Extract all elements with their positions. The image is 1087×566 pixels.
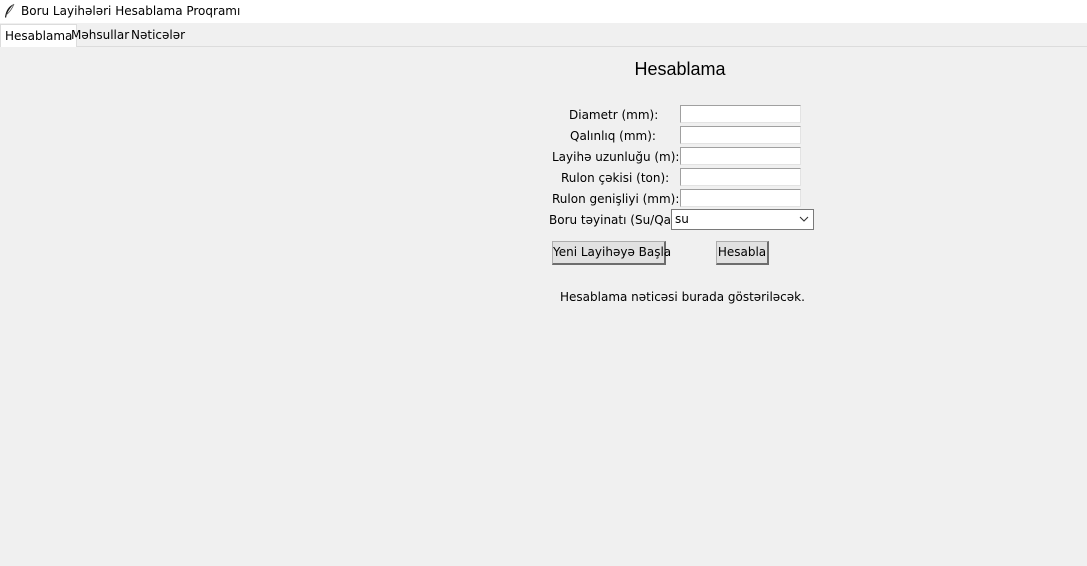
window-title: Boru Layihələri Hesablama Proqramı xyxy=(21,4,241,18)
diameter-label: Diametr (mm): xyxy=(569,108,659,122)
project-length-input[interactable] xyxy=(680,147,801,165)
thickness-label: Qalınlıq (mm): xyxy=(570,129,656,143)
new-project-button[interactable]: Yeni Layihəyə Başla xyxy=(552,241,671,265)
feather-icon xyxy=(5,3,15,18)
coil-weight-label: Rulon çəkisi (ton): xyxy=(561,171,670,185)
title-bar: Boru Layihələri Hesablama Proqramı xyxy=(0,0,1087,23)
diameter-input[interactable] xyxy=(680,105,801,123)
tab-mehsullar[interactable]: Məhsullar xyxy=(68,26,132,45)
calculate-button[interactable]: Hesabla xyxy=(716,241,769,265)
result-text: Hesablama nəticəsi burada göstəriləcək. xyxy=(560,290,805,304)
tab-bar: Hesablama Məhsullar Nəticələr xyxy=(0,23,1087,47)
tab-hesablama[interactable]: Hesablama xyxy=(0,24,78,47)
coil-weight-input[interactable] xyxy=(680,168,801,186)
form-title: Hesablama xyxy=(634,59,726,79)
thickness-input[interactable] xyxy=(680,126,801,144)
pipe-purpose-select[interactable]: su xyxy=(671,209,814,230)
pipe-purpose-label: Boru təyinatı (Su/Qaz): xyxy=(549,213,687,227)
chevron-down-icon xyxy=(799,216,809,222)
pipe-purpose-value: su xyxy=(675,212,689,226)
coil-width-label: Rulon genişliyi (mm): xyxy=(552,192,680,206)
tab-neticeler[interactable]: Nəticələr xyxy=(128,26,188,45)
coil-width-input[interactable] xyxy=(680,189,801,207)
project-length-label: Layihə uzunluğu (m): xyxy=(552,150,680,164)
